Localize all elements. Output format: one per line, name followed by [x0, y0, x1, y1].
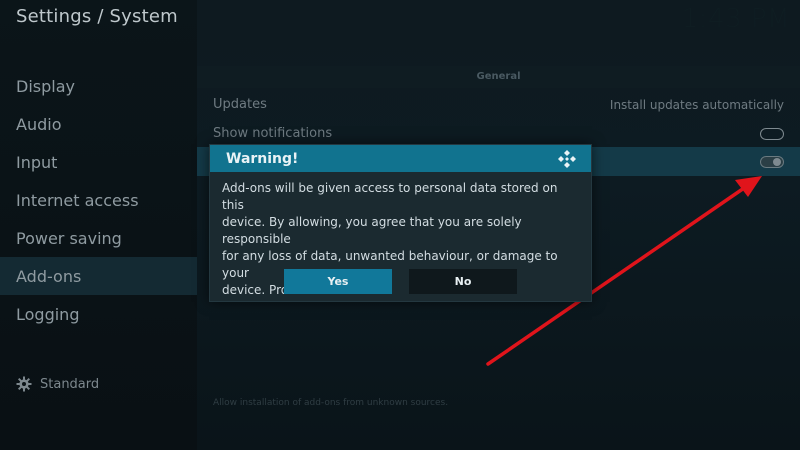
settings-level-label: Standard [40, 376, 100, 392]
settings-level-button[interactable]: Standard [16, 376, 99, 392]
toggle-switch[interactable] [760, 155, 784, 168]
dialog-title: Warning! [226, 150, 299, 167]
sidebar-item-label: Internet access [16, 190, 139, 210]
warning-dialog: Warning! Add-ons will be given access to… [209, 144, 592, 302]
setting-description: Allow installation of add-ons from unkno… [213, 398, 449, 408]
no-button[interactable]: No [409, 269, 517, 294]
page-title: Settings / System [16, 6, 178, 27]
sidebar-item-label: Add-ons [16, 266, 82, 286]
clock: 1:43 PM [681, 4, 790, 34]
gear-icon [16, 376, 32, 392]
setting-row-updates[interactable]: Updates Install updates automatically [197, 90, 800, 119]
sidebar-item-label: Display [16, 76, 75, 96]
sidebar-item-add-ons[interactable]: Add-ons [0, 257, 197, 295]
sidebar-item-label: Audio [16, 114, 62, 134]
setting-label: Updates [213, 97, 267, 112]
sidebar-item-display[interactable]: Display [0, 67, 197, 105]
setting-label: Show notifications [213, 126, 333, 141]
sidebar-item-input[interactable]: Input [0, 143, 197, 181]
kodi-logo-icon [558, 149, 576, 168]
sidebar-item-label: Logging [16, 304, 80, 324]
dialog-message-line: device. By allowing, you agree that you … [222, 215, 522, 246]
sidebar-item-power-saving[interactable]: Power saving [0, 219, 197, 257]
toggle-switch[interactable] [760, 127, 784, 140]
sidebar-item-label: Power saving [16, 228, 122, 248]
sidebar-item-logging[interactable]: Logging [0, 295, 197, 333]
yes-button[interactable]: Yes [284, 269, 392, 294]
dialog-buttons: Yes No [284, 269, 517, 294]
section-header: General [197, 66, 800, 88]
toggle-knob [773, 157, 781, 166]
dialog-message-line: Add-ons will be given access to personal… [222, 181, 558, 212]
sidebar: Display Audio Input Internet access Powe… [0, 67, 197, 333]
dialog-header: Warning! [210, 145, 591, 172]
setting-value: Install updates automatically [609, 97, 784, 112]
sidebar-item-label: Input [16, 152, 58, 172]
toggle-knob [762, 130, 770, 138]
sidebar-item-internet-access[interactable]: Internet access [0, 181, 197, 219]
sidebar-item-audio[interactable]: Audio [0, 105, 197, 143]
